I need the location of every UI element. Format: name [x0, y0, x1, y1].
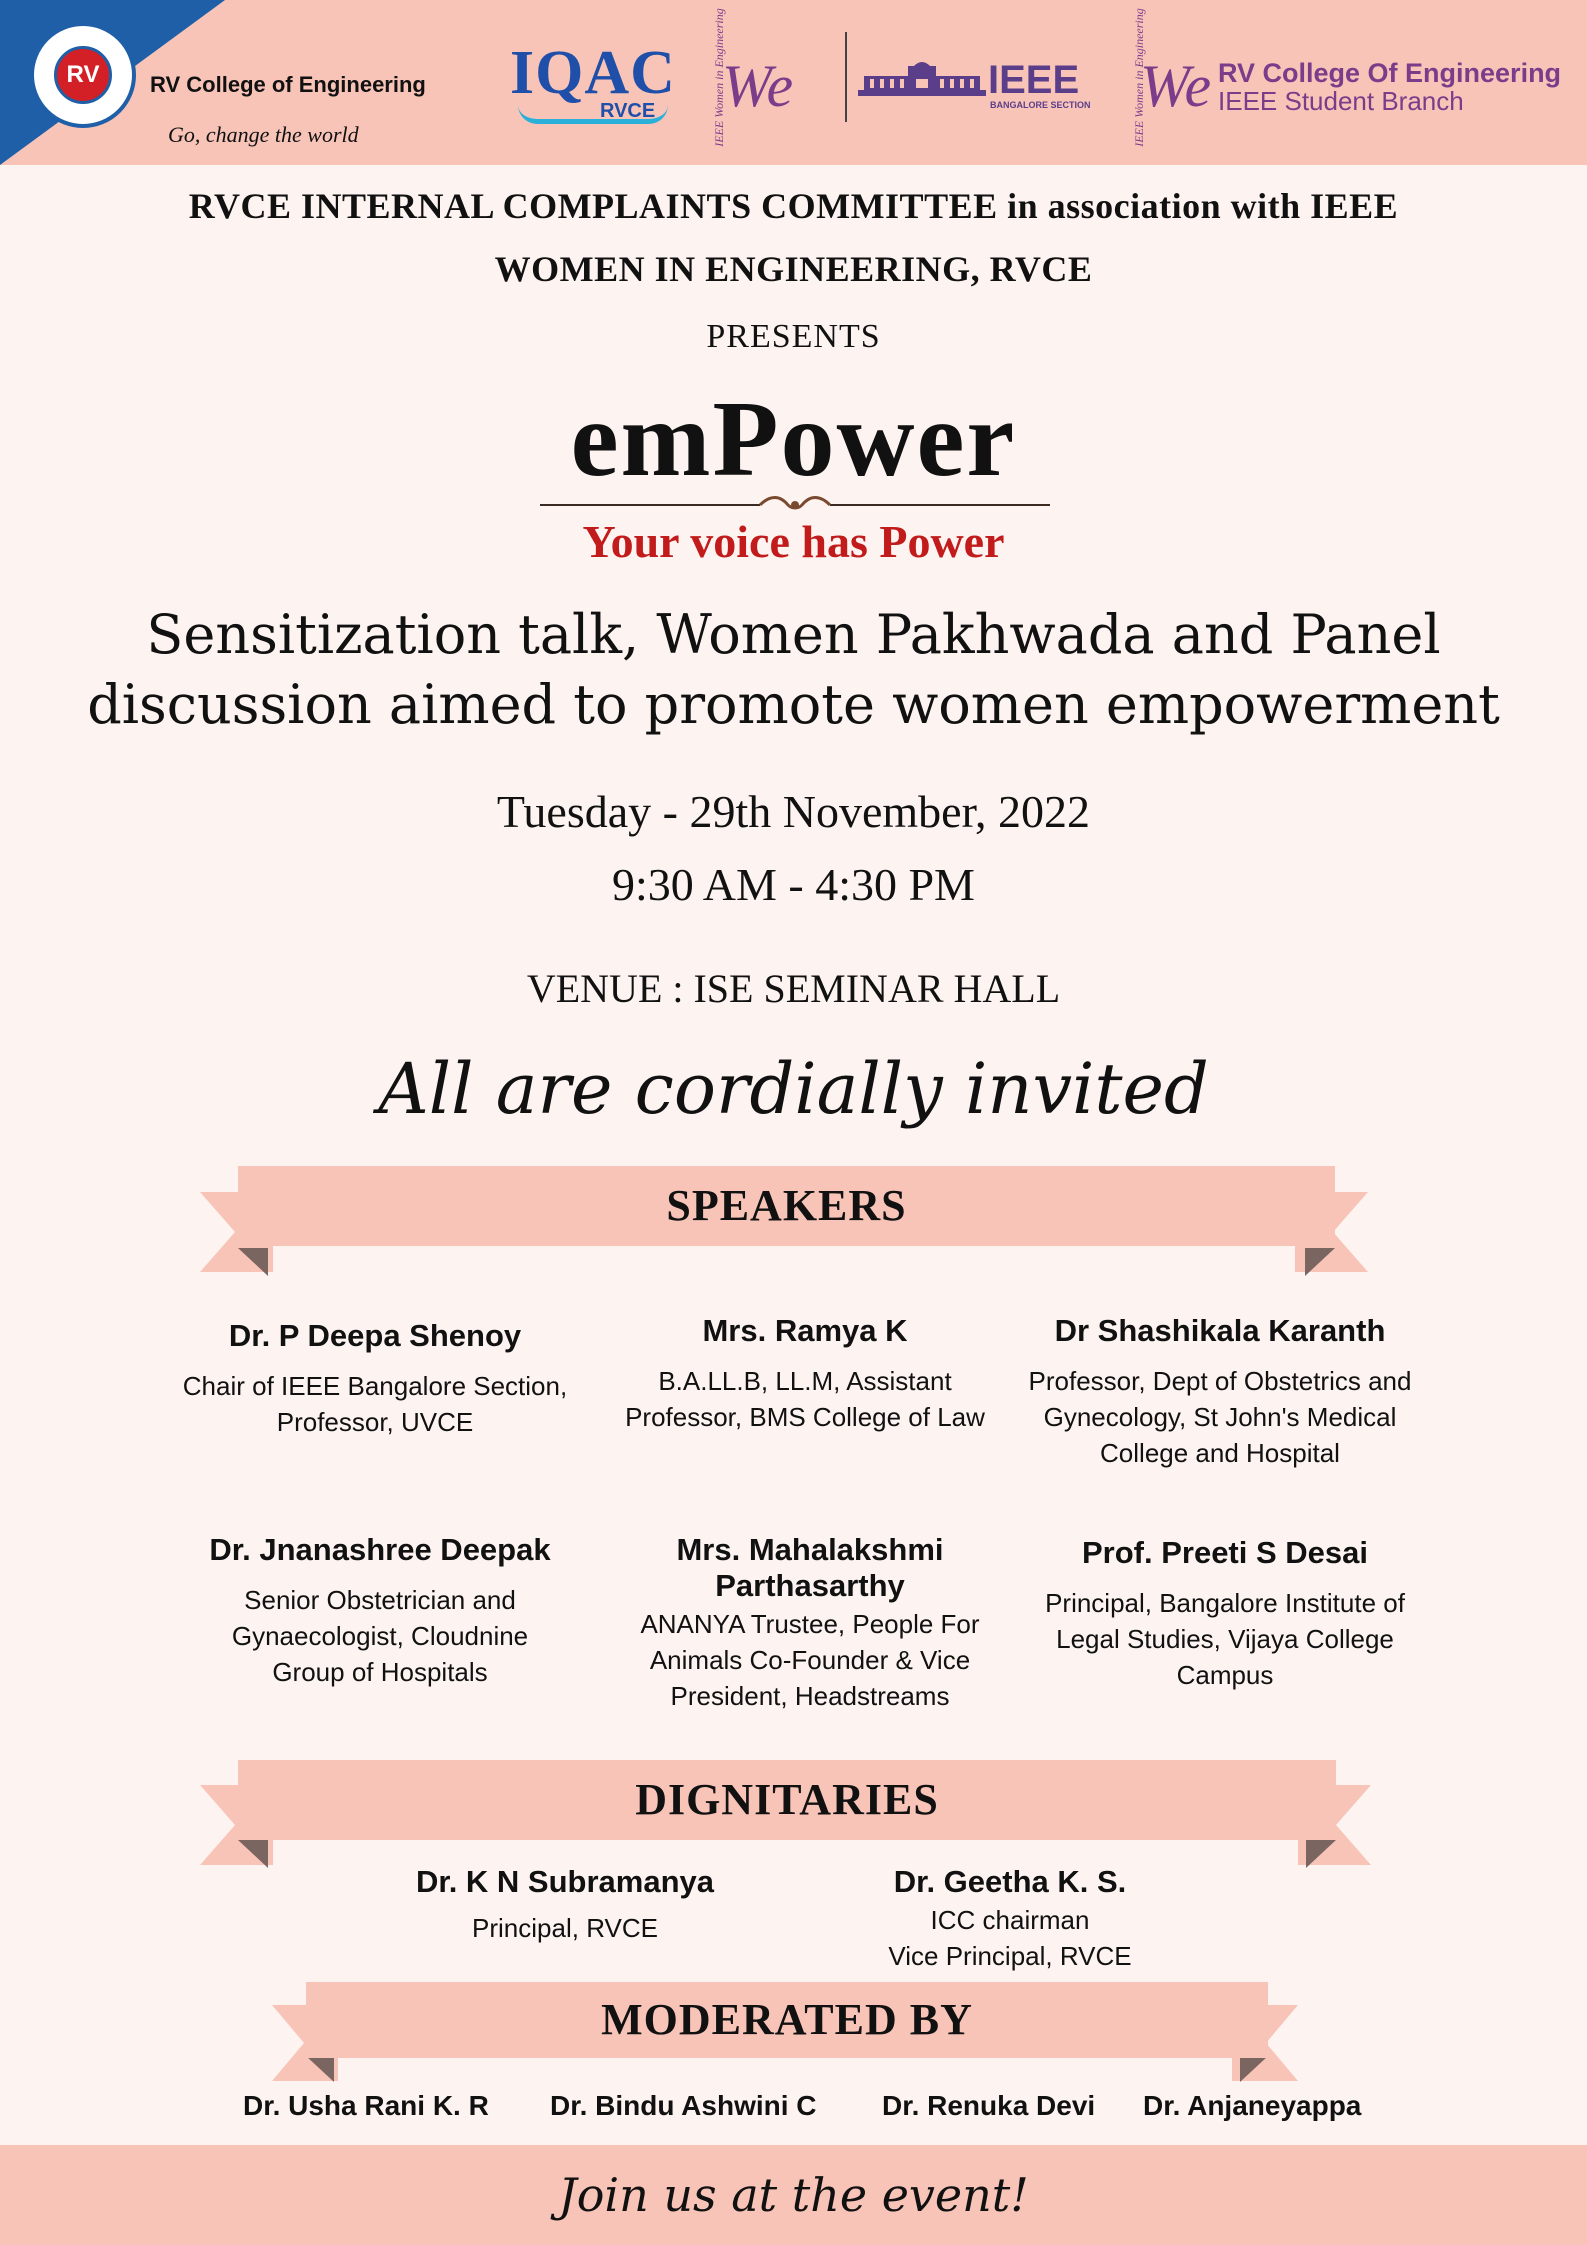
speaker-role: Chair of IEEE Bangalore Section, Profess…: [182, 1371, 568, 1437]
event-description-line-1: Sensitization talk, Women Pakhwada and P…: [146, 603, 1441, 666]
iqac-sub: RVCE: [600, 100, 656, 122]
organizers-line-2: WOMEN IN ENGINEERING, RVCE: [494, 249, 1093, 289]
event-venue: VENUE : ISE SEMINAR HALL: [526, 966, 1061, 1011]
ieee-building-icon: [858, 62, 986, 96]
speaker-card: Mrs. Mahalakshmi Parthasarthy ANANYA Tru…: [615, 1532, 1005, 1714]
speaker-role: Senior Obstetrician and Gynaecologist, C…: [231, 1585, 529, 1687]
logo-divider: [845, 32, 847, 122]
speakers-heading: SPEAKERS: [666, 1181, 907, 1230]
speaker-name: Dr. Jnanashree Deepak: [209, 1532, 551, 1567]
ribbon-fold-right: [1305, 1248, 1335, 1276]
speaker-card: Dr. Jnanashree Deepak Senior Obstetricia…: [190, 1532, 570, 1690]
moderators-heading: MODERATED BY: [601, 1995, 973, 2044]
speaker-name: Mrs. Ramya K: [702, 1313, 908, 1348]
speakers-ribbon: SPEAKERS: [238, 1166, 1335, 1246]
speaker-name: Mrs. Mahalakshmi Parthasarthy: [676, 1532, 944, 1603]
iqac-logo: IQAC: [510, 39, 676, 107]
dignitary-name: Dr. K N Subramanya: [415, 1864, 715, 1899]
dignitary-name: Dr. Geetha K. S.: [893, 1864, 1127, 1899]
college-name: RV College of Engineering: [150, 72, 426, 97]
event-title: emPower: [570, 380, 1017, 499]
speaker-card: Mrs. Ramya K B.A.LL.B, LL.M, Assistant P…: [620, 1313, 990, 1435]
event-tagline: Your voice has Power: [582, 516, 1005, 567]
speaker-card: Prof. Preeti S Desai Principal, Bangalor…: [1015, 1535, 1435, 1693]
wie-logo-mark: We: [722, 53, 794, 119]
organizers-line-1: RVCE INTERNAL COMPLAINTS COMMITTEE in as…: [188, 186, 1399, 226]
ribbon-fold-left: [238, 1840, 268, 1868]
college-tagline: Go, change the world: [168, 122, 359, 147]
speaker-role: B.A.LL.B, LL.M, Assistant Professor, BMS…: [625, 1366, 985, 1432]
ribbon-fold-right: [1240, 2056, 1268, 2082]
moderators-ribbon: MODERATED BY: [306, 1982, 1268, 2058]
flourish-divider: [540, 496, 1050, 510]
event-date: Tuesday - 29th November, 2022: [496, 786, 1091, 837]
invitation-text: All are cordially invited: [378, 1048, 1209, 1130]
moderator-name: Dr. Usha Rani K. R: [243, 2090, 489, 2121]
dignitary-role: Principal, RVCE: [472, 1913, 658, 1943]
presents-label: PRESENTS: [706, 318, 881, 355]
poster: RV RV College of Engineering Go, change …: [0, 0, 1587, 2245]
speaker-name: Dr. P Deepa Shenoy: [228, 1318, 522, 1353]
ribbon-fold-right: [1306, 1840, 1336, 1868]
speaker-name: Prof. Preeti S Desai: [1081, 1535, 1368, 1570]
speaker-role: Professor, Dept of Obstetrics and Gyneco…: [1028, 1366, 1412, 1468]
speaker-card: Dr. P Deepa Shenoy Chair of IEEE Bangalo…: [170, 1318, 580, 1440]
student-branch-name: RV College Of Engineering: [1218, 58, 1562, 88]
ieee-section-text: BANGALORE SECTION: [990, 100, 1091, 110]
moderator-name: Dr. Renuka Devi: [882, 2090, 1096, 2121]
speaker-card: Dr Shashikala Karanth Professor, Dept of…: [1025, 1313, 1415, 1471]
wie-logo-mark-2: We: [1140, 53, 1212, 119]
footer-band: Join us at the event!: [0, 2145, 1587, 2245]
speaker-role: Principal, Bangalore Institute of Legal …: [1045, 1588, 1405, 1690]
speaker-role: ANANYA Trustee, People For Animals Co-Fo…: [640, 1609, 980, 1711]
moderator-name: Dr. Anjaneyappa: [1143, 2090, 1362, 2121]
event-description-line-2: discussion aimed to promote women empowe…: [87, 673, 1500, 736]
ieee-logo-text: IEEE: [988, 58, 1080, 102]
speaker-name: Dr Shashikala Karanth: [1054, 1313, 1386, 1348]
dignitary-role: ICC chairman: [930, 1905, 1090, 1935]
rv-seal-center: RV: [54, 46, 112, 104]
event-time: 9:30 AM - 4:30 PM: [612, 859, 975, 910]
dignitaries-ribbon: DIGNITARIES: [238, 1760, 1336, 1840]
moderator-name: Dr. Bindu Ashwini C: [550, 2090, 817, 2121]
rv-seal-logo: RV: [30, 22, 136, 128]
ribbon-fold-left: [306, 2056, 334, 2082]
dignitaries-heading: DIGNITARIES: [635, 1775, 939, 1824]
student-branch-sub: IEEE Student Branch: [1218, 86, 1464, 116]
dignitary-role: Vice Principal, RVCE: [888, 1941, 1132, 1971]
footer-text: Join us at the event!: [558, 2168, 1029, 2222]
ribbon-fold-left: [238, 1248, 268, 1276]
